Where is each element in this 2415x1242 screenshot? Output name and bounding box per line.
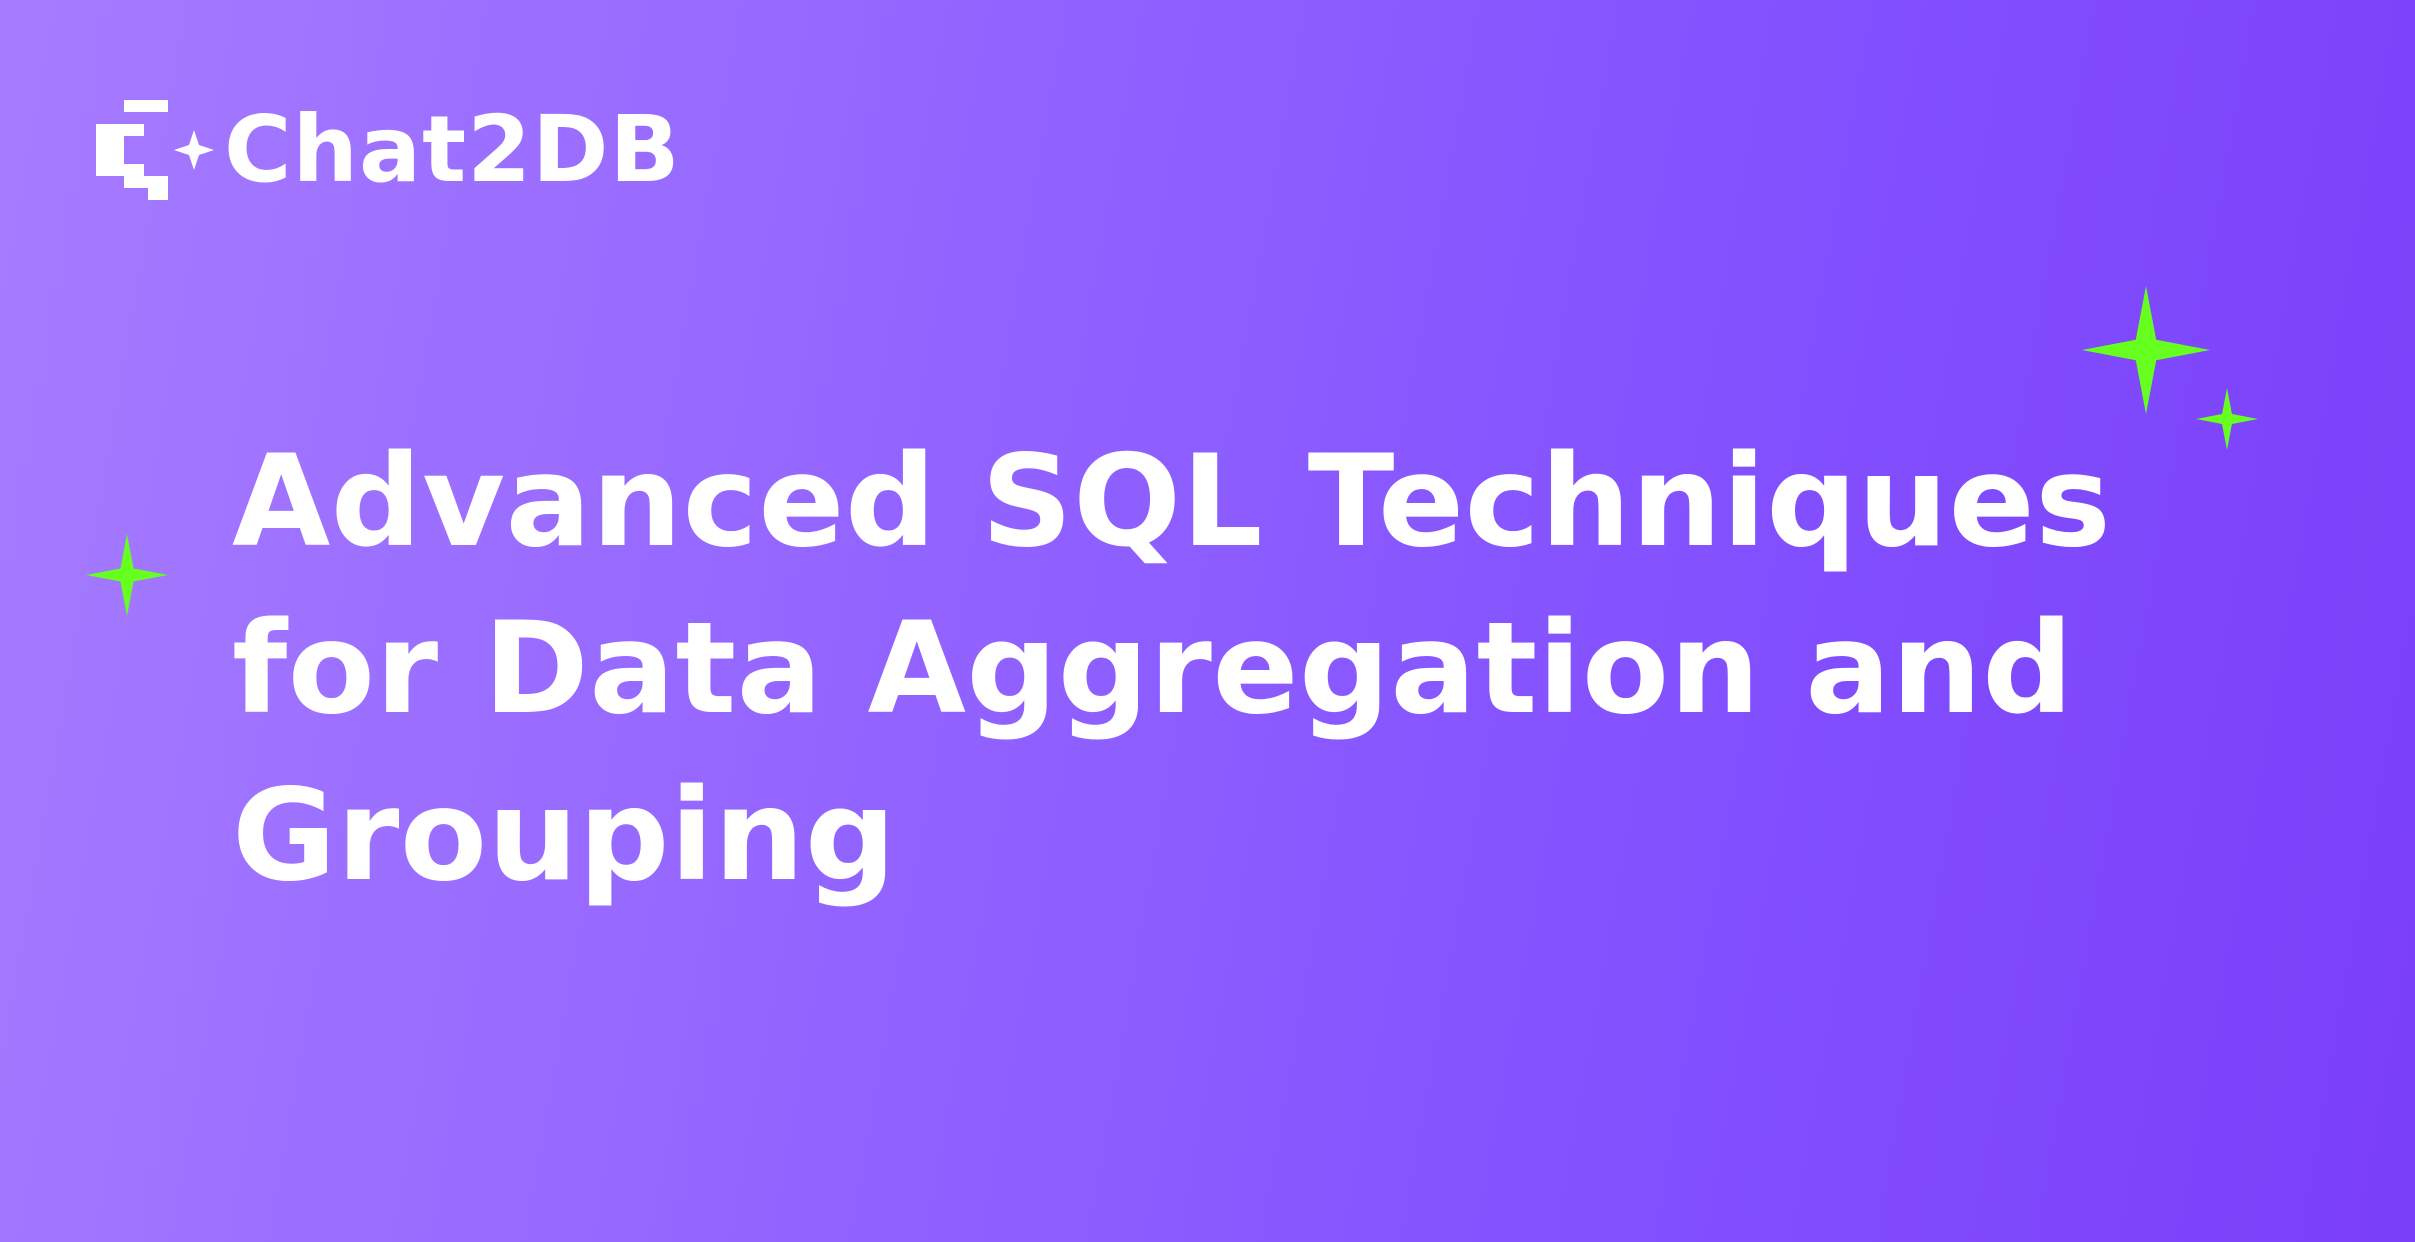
headline-line-3: Grouping <box>232 761 897 909</box>
sparkle-shape <box>2082 286 2210 414</box>
headline-line-2: for Data Aggregation and <box>232 594 2074 742</box>
chat2db-logo-icon <box>96 100 214 200</box>
brand-name: Chat2DB <box>224 96 681 203</box>
sparkle-icon <box>86 534 168 616</box>
headline-line-1: Advanced SQL Techniques <box>232 427 2112 575</box>
sparkle-icon <box>2082 286 2210 414</box>
sparkle-icon <box>2196 388 2258 450</box>
sparkle-shape <box>86 534 168 616</box>
sparkle-shape <box>2196 388 2258 450</box>
hero-banner: Chat2DB Advanced SQL Techniques for Data… <box>0 0 2415 1242</box>
headline: Advanced SQL Techniques for Data Aggrega… <box>232 418 2152 919</box>
brand-logo: Chat2DB <box>96 100 681 200</box>
